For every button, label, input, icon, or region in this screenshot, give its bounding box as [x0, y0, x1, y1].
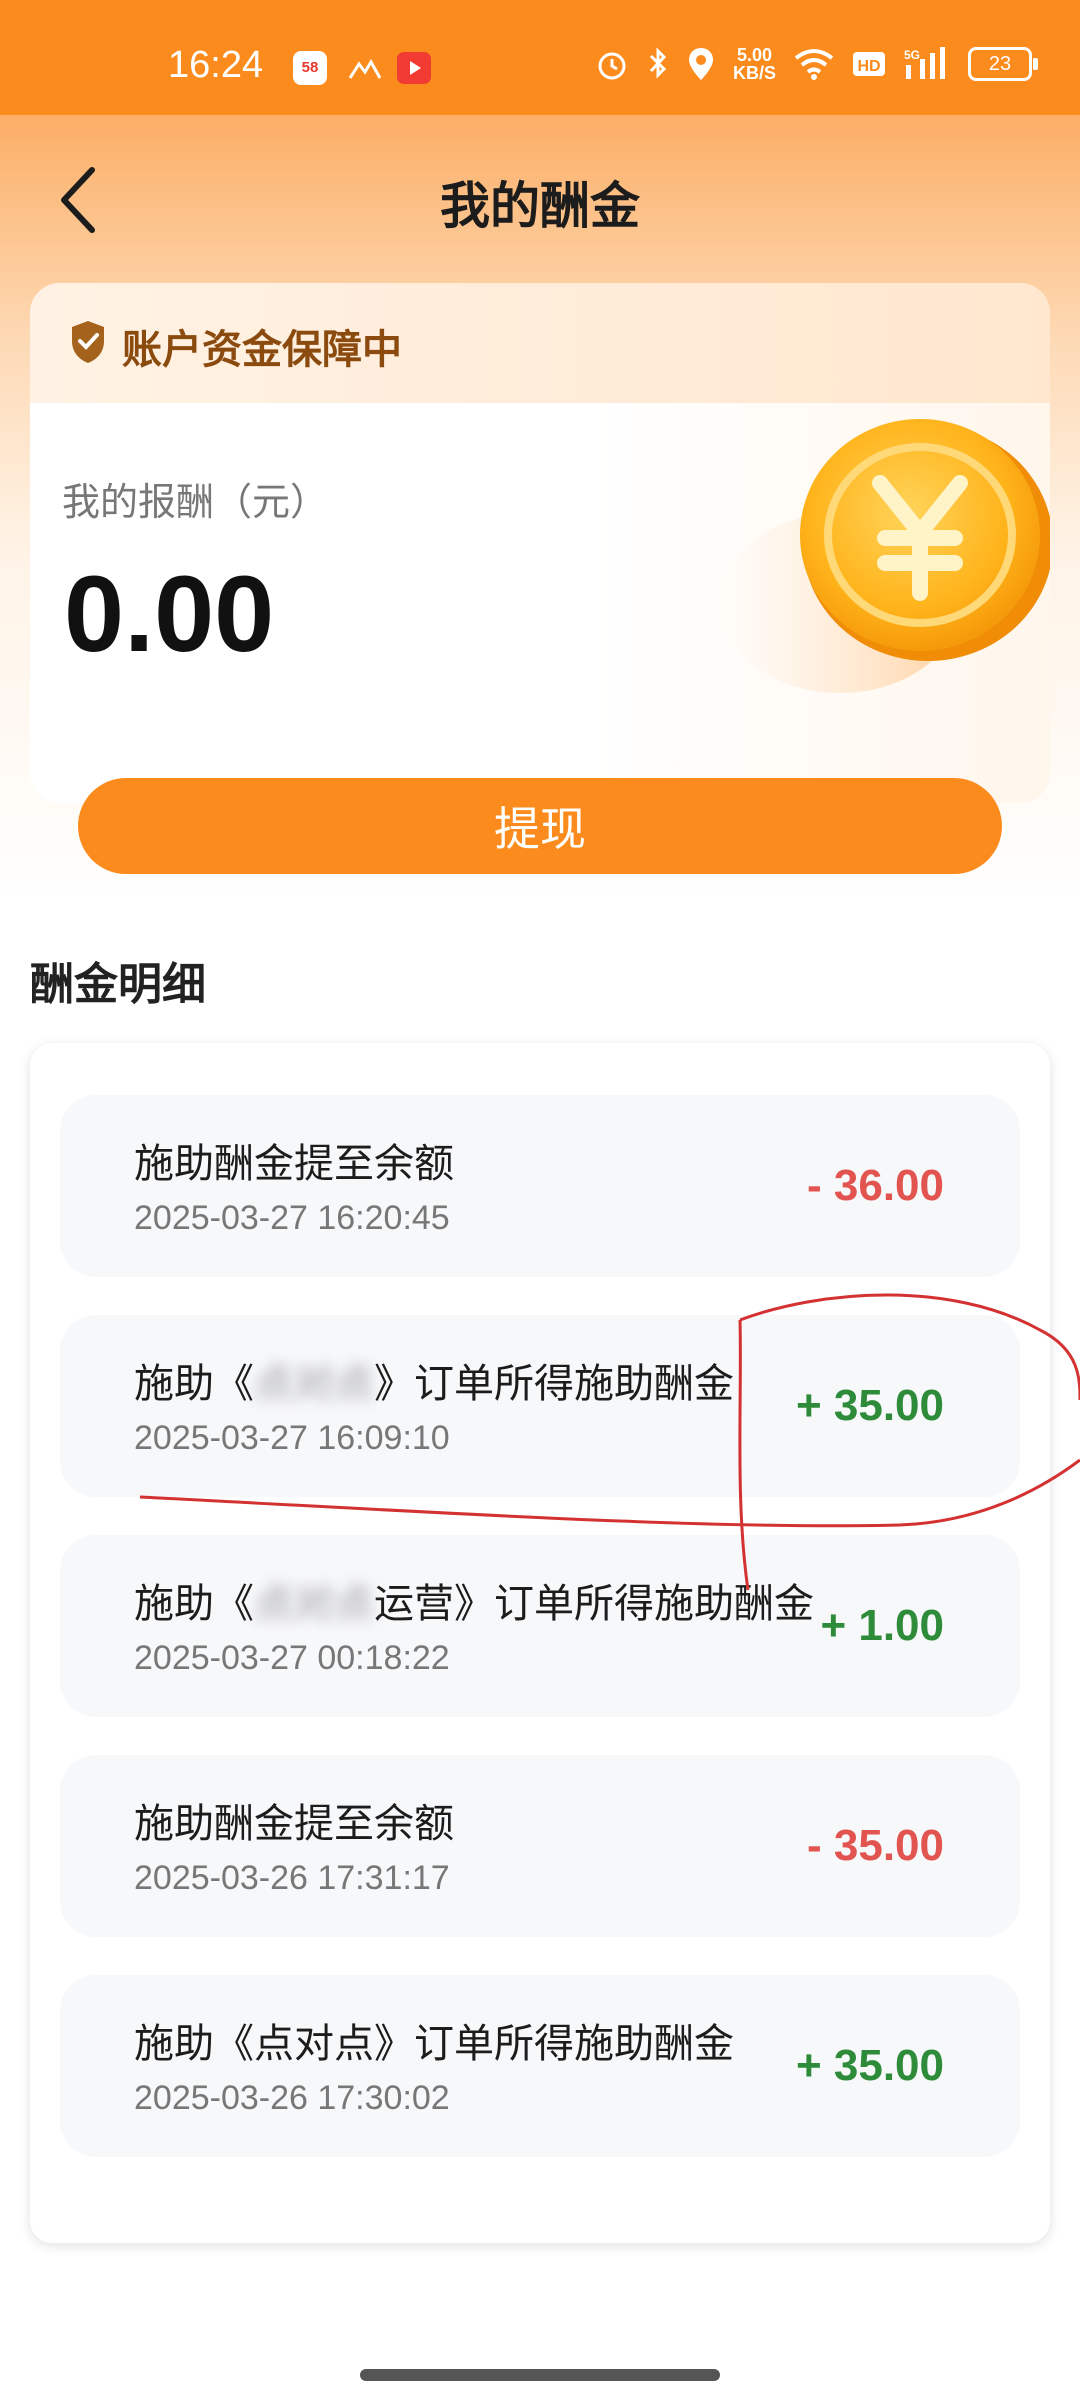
item-amount: + 1.00 — [820, 1601, 944, 1650]
item-amount: + 35.00 — [795, 1381, 944, 1430]
home-indicator[interactable] — [360, 2369, 720, 2381]
item-time: 2025-03-27 16:20:45 — [134, 1199, 450, 1237]
item-title: 施助酬金提至余额 — [134, 1791, 454, 1849]
item-title: 施助《点对点》订单所得施助酬金 — [134, 1351, 734, 1409]
item-title-suffix: 运营》订单所得施助酬金 — [374, 1581, 814, 1627]
item-title-suffix: 》订单所得施助酬金 — [374, 1361, 734, 1407]
app-58-icon: 58 — [293, 51, 327, 85]
account-card: 账户资金保障中 我的报酬（元） 0.00 — [30, 283, 1050, 803]
battery-indicator: 23 — [968, 47, 1038, 81]
item-title: 施助酬金提至余额 — [134, 1131, 454, 1189]
item-title-text: 施助《点对点》订单所得施助酬金 — [134, 2021, 734, 2067]
item-amount: - 36.00 — [807, 1161, 944, 1210]
withdraw-button[interactable]: 提现 — [78, 778, 1002, 874]
item-time: 2025-03-27 16:09:10 — [134, 1419, 450, 1457]
balance-area: 我的报酬（元） 0.00 — [30, 403, 1050, 803]
svg-text:HD: HD — [857, 58, 880, 75]
item-time: 2025-03-26 17:31:17 — [134, 1859, 450, 1897]
status-time: 16:24 — [168, 44, 264, 86]
alarm-icon — [598, 52, 626, 80]
signal-5g-icon: 5G — [904, 47, 945, 79]
wifi-icon — [794, 49, 834, 80]
hd-icon: HD — [853, 52, 885, 76]
blurred-text: 点对点 — [254, 1581, 374, 1627]
item-amount: + 35.00 — [795, 2041, 944, 2090]
list-item[interactable]: 施助酬金提至余额 2025-03-26 17:31:17 - 35.00 — [60, 1755, 1020, 1937]
net-speed-value: 5.00 — [736, 45, 773, 65]
mountain-icon — [348, 59, 382, 79]
net-speed: 5.00 KB/S — [733, 46, 776, 82]
item-time: 2025-03-26 17:30:02 — [134, 2079, 450, 2117]
reward-label: 我的报酬（元） — [62, 480, 329, 524]
net-speed-unit: KB/S — [732, 63, 776, 83]
location-icon — [688, 48, 713, 80]
video-app-icon — [397, 52, 431, 84]
item-title-text: 施助《 — [134, 1361, 254, 1407]
item-title-text: 施助《 — [134, 1581, 254, 1627]
shield-check-icon — [72, 321, 104, 363]
item-title-text: 施助酬金提至余额 — [134, 1141, 454, 1187]
list-item[interactable]: 施助《点对点运营》订单所得施助酬金 2025-03-27 00:18:22 + … — [60, 1535, 1020, 1717]
list-item[interactable]: 施助《点对点》订单所得施助酬金 2025-03-27 16:09:10 + 35… — [60, 1315, 1020, 1497]
blurred-text: 点对点 — [254, 1361, 374, 1407]
status-bar: 16:24 58 5.00 KB/S HD 5G 23 — [0, 0, 1080, 115]
reward-amount: 0.00 — [64, 553, 275, 674]
svg-text:58: 58 — [302, 59, 319, 76]
bluetooth-icon — [649, 47, 667, 79]
item-title: 施助《点对点运营》订单所得施助酬金 — [134, 1571, 814, 1629]
item-title-text: 施助酬金提至余额 — [134, 1801, 454, 1847]
list-item[interactable]: 施助酬金提至余额 2025-03-27 16:20:45 - 36.00 — [60, 1095, 1020, 1277]
security-text: 账户资金保障中 — [122, 327, 402, 373]
svg-text:5G: 5G — [904, 48, 920, 62]
gold-coin-icon — [720, 419, 1050, 693]
status-icons: 5.00 KB/S HD 5G 23 — [595, 46, 1038, 82]
security-banner: 账户资金保障中 — [30, 283, 1050, 403]
section-title-details: 酬金明细 — [30, 959, 206, 1010]
item-amount: - 35.00 — [807, 1821, 944, 1870]
item-time: 2025-03-27 00:18:22 — [134, 1639, 450, 1677]
list-item[interactable]: 施助《点对点》订单所得施助酬金 2025-03-26 17:30:02 + 35… — [60, 1975, 1020, 2157]
page-title: 我的酬金 — [440, 177, 640, 235]
item-title: 施助《点对点》订单所得施助酬金 — [134, 2011, 734, 2069]
details-list: 施助酬金提至余额 2025-03-27 16:20:45 - 36.00 施助《… — [30, 1043, 1050, 2243]
